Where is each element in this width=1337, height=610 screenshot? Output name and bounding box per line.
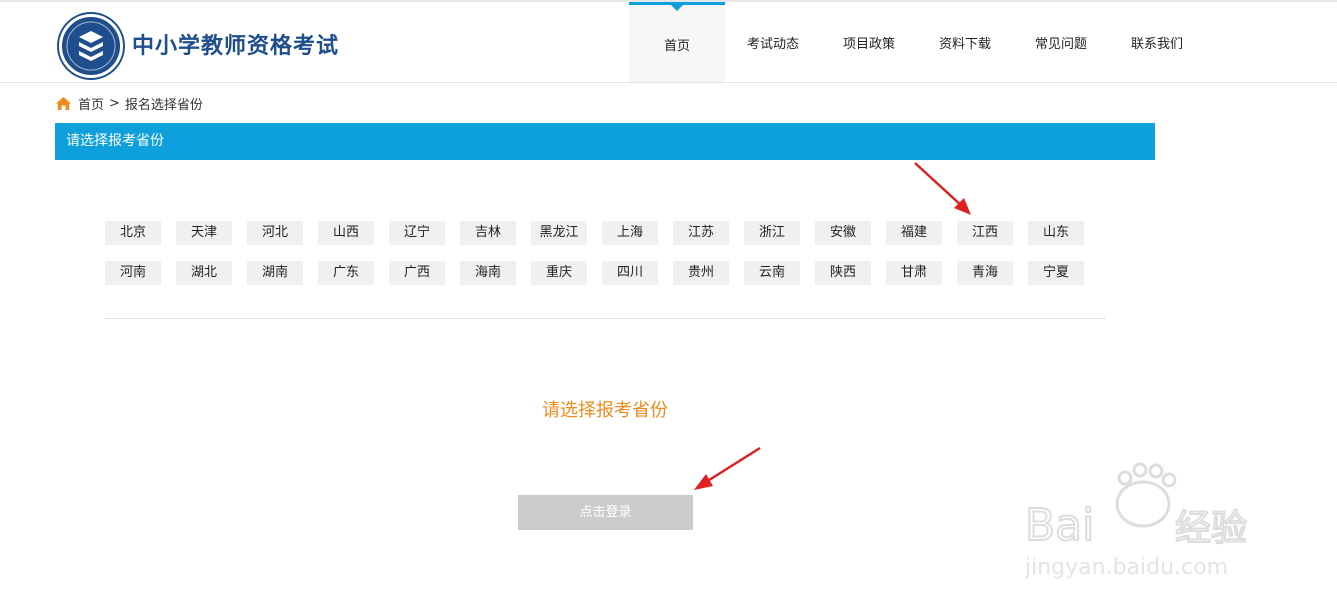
province-button[interactable]: 广东	[318, 261, 374, 285]
province-button[interactable]: 陕西	[815, 261, 871, 285]
nav-item-home[interactable]: 首页	[629, 2, 725, 82]
watermark-logo-icon: Bai 经验 jingyan.baidu.com	[1025, 462, 1248, 580]
nav-item-policy[interactable]: 项目政策	[821, 2, 917, 82]
province-button[interactable]: 北京	[105, 221, 161, 245]
province-button[interactable]: 四川	[602, 261, 658, 285]
nav-item-exam-news[interactable]: 考试动态	[725, 2, 821, 82]
site-header: 中小学教师资格考试 首页 考试动态 项目政策 资料下载 常见问题 联系我们	[0, 2, 1337, 83]
province-button[interactable]: 浙江	[744, 221, 800, 245]
province-button[interactable]: 江苏	[673, 221, 729, 245]
province-button[interactable]: 河北	[247, 221, 303, 245]
province-button[interactable]: 云南	[744, 261, 800, 285]
province-button[interactable]: 湖北	[176, 261, 232, 285]
province-button[interactable]: 海南	[460, 261, 516, 285]
svg-text:Bai: Bai	[1025, 500, 1094, 551]
province-button[interactable]: 河南	[105, 261, 161, 285]
province-button[interactable]: 吉林	[460, 221, 516, 245]
svg-text:经验: 经验	[1175, 508, 1247, 549]
site-title[interactable]: 中小学教师资格考试	[132, 28, 339, 60]
breadcrumb-home-link[interactable]: 首页	[78, 94, 104, 113]
select-province-prompt: 请选择报考省份	[542, 400, 668, 421]
site-logo-icon[interactable]	[59, 14, 123, 78]
breadcrumb-current: 报名选择省份	[124, 98, 203, 113]
province-button[interactable]: 辽宁	[389, 221, 445, 245]
breadcrumb: 首页 > 报名选择省份	[55, 94, 203, 113]
dotted-divider	[105, 318, 1105, 319]
province-button[interactable]: 青海	[957, 261, 1013, 285]
province-button[interactable]: 上海	[602, 221, 658, 245]
nav-item-contact[interactable]: 联系我们	[1109, 2, 1205, 82]
province-button[interactable]: 湖南	[247, 261, 303, 285]
province-button[interactable]: 甘肃	[886, 261, 942, 285]
province-button[interactable]: 重庆	[531, 261, 587, 285]
main-nav: 首页 考试动态 项目政策 资料下载 常见问题 联系我们	[629, 2, 1205, 82]
province-button[interactable]: 宁夏	[1028, 261, 1084, 285]
section-title-bar: 请选择报考省份	[55, 123, 1155, 160]
province-button[interactable]: 贵州	[673, 261, 729, 285]
nav-item-faq[interactable]: 常见问题	[1013, 2, 1109, 82]
province-button[interactable]: 广西	[389, 261, 445, 285]
province-button[interactable]: 黑龙江	[531, 221, 587, 245]
annotation-arrow-icon	[694, 446, 761, 490]
nav-item-downloads[interactable]: 资料下载	[917, 2, 1013, 82]
home-icon	[55, 96, 72, 111]
province-grid: 北京 天津 河北 山西 辽宁 吉林 黑龙江 上海 江苏 浙江 安徽 福建 江西 山东 河南 湖北 湖南 广东 广西…	[105, 221, 1105, 301]
breadcrumb-separator: >	[109, 96, 120, 111]
province-button[interactable]: 安徽	[815, 221, 871, 245]
svg-text:jingyan.baidu.com: jingyan.baidu.com	[1025, 555, 1228, 580]
province-button[interactable]: 山东	[1028, 221, 1084, 245]
annotation-arrow-icon	[914, 162, 971, 215]
province-button[interactable]: 天津	[176, 221, 232, 245]
province-row: 河南 湖北 湖南 广东 广西 海南 重庆 四川 贵州 云南 陕西 甘肃 青海 宁夏	[105, 261, 1105, 285]
login-button[interactable]: 点击登录	[518, 495, 693, 530]
province-button[interactable]: 山西	[318, 221, 374, 245]
